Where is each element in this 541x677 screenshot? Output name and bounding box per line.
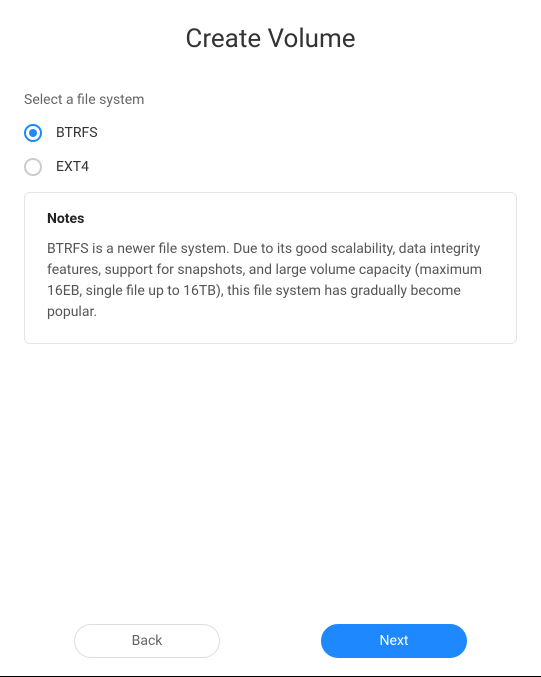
notes-text: BTRFS is a newer file system. Due to its…: [47, 239, 494, 323]
radio-selected-icon: [24, 124, 42, 142]
create-volume-dialog: Create Volume Select a file system BTRFS…: [0, 0, 541, 677]
radio-label-btrfs: BTRFS: [56, 125, 98, 141]
page-title: Create Volume: [0, 24, 541, 54]
back-button[interactable]: Back: [74, 624, 220, 658]
next-button[interactable]: Next: [321, 624, 467, 658]
content-area: Select a file system BTRFS EXT4 Notes BT…: [0, 92, 541, 624]
footer-buttons: Back Next: [0, 624, 541, 677]
prompt-label: Select a file system: [24, 92, 517, 108]
radio-unselected-icon: [24, 158, 42, 176]
radio-option-btrfs[interactable]: BTRFS: [24, 124, 517, 142]
radio-label-ext4: EXT4: [56, 159, 89, 175]
notes-title: Notes: [47, 211, 494, 227]
filesystem-radio-group: BTRFS EXT4: [24, 124, 517, 176]
radio-dot-icon: [29, 129, 37, 137]
notes-panel: Notes BTRFS is a newer file system. Due …: [24, 192, 517, 344]
radio-option-ext4[interactable]: EXT4: [24, 158, 517, 176]
